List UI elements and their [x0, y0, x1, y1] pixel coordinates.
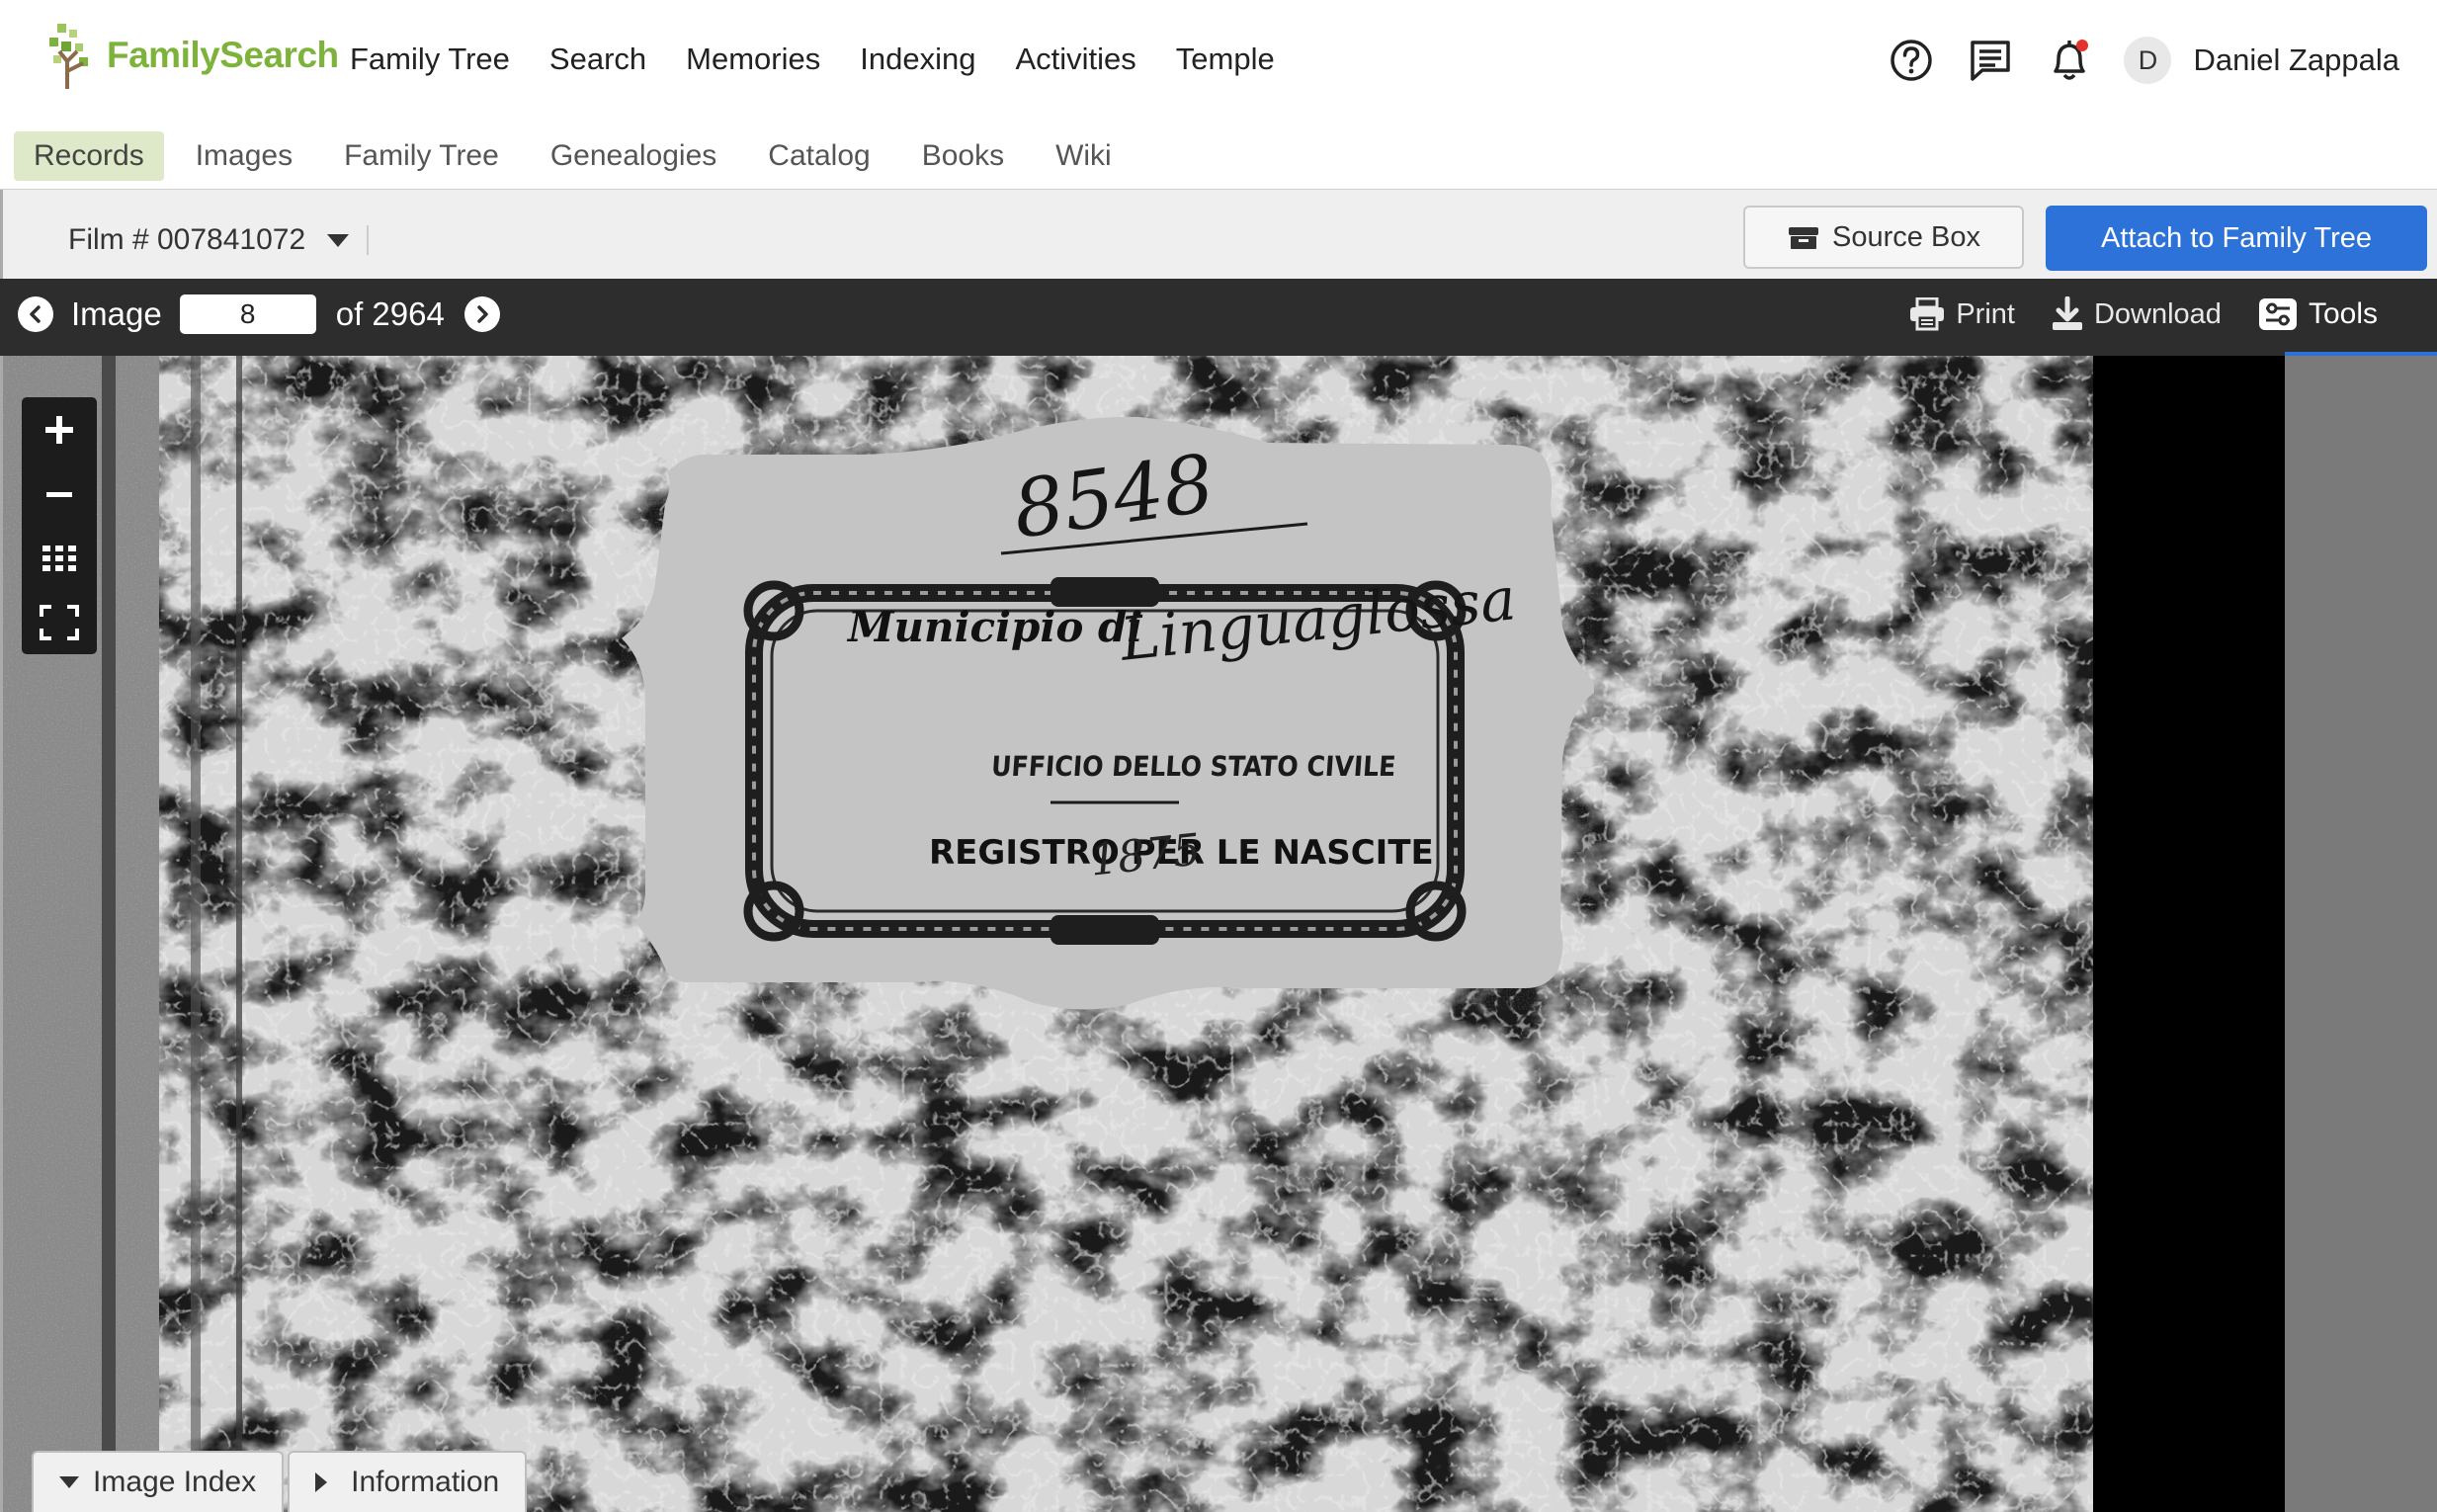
messages-icon[interactable]	[1966, 36, 2015, 85]
image-navigator: Image of 2964	[18, 294, 500, 334]
source-box-button[interactable]: Source Box	[1743, 206, 2024, 269]
top-header: FamilySearch Family Tree Search Memories…	[0, 0, 2437, 124]
chevron-down-icon	[327, 233, 350, 247]
nav-temple[interactable]: Temple	[1176, 42, 1275, 77]
help-icon[interactable]	[1887, 36, 1936, 85]
user-name[interactable]: Daniel Zappala	[2193, 42, 2399, 78]
subnav-catalog[interactable]: Catalog	[748, 131, 889, 181]
divider	[367, 225, 370, 255]
subnav-books[interactable]: Books	[902, 131, 1024, 181]
image-index-tab[interactable]: Image Index	[32, 1451, 285, 1512]
subnav-wiki[interactable]: Wiki	[1036, 131, 1132, 181]
familysearch-logo[interactable]: FamilySearch	[47, 20, 339, 91]
download-icon	[2052, 296, 2082, 330]
label-municipio: Municipio di	[848, 603, 1143, 651]
image-number-input[interactable]	[179, 294, 316, 334]
film-label: Film # 007841072	[68, 223, 306, 256]
records-subnav: Records Images Family Tree Genealogies C…	[0, 122, 2437, 192]
label-ufficio: UFFICIO DELLO STATO CIVILE	[990, 750, 1397, 783]
side-panel	[2285, 356, 2437, 1512]
image-viewport[interactable]: UFFICIO DELLO STATO CIVILE REGISTRO PER …	[0, 356, 2285, 1512]
main-nav: Family Tree Search Memories Indexing Act…	[350, 42, 1314, 77]
nav-family-tree[interactable]: Family Tree	[350, 42, 510, 77]
viewer-toolbar: Image of 2964 Print Download Tools	[0, 279, 2437, 356]
next-image-icon[interactable]	[463, 296, 500, 332]
tools-label: Tools	[2308, 297, 2378, 330]
information-label: Information	[351, 1466, 500, 1498]
download-label: Download	[2093, 297, 2222, 330]
image-total: of 2964	[335, 295, 445, 332]
tools-button[interactable]: Tools	[2257, 296, 2378, 332]
notifications-icon[interactable]	[2045, 36, 2094, 85]
film-selector[interactable]: Film # 007841072	[68, 223, 370, 257]
caret-down-icon	[59, 1476, 79, 1488]
nav-activities[interactable]: Activities	[1015, 42, 1135, 77]
grid-view-icon[interactable]	[35, 534, 84, 583]
subnav-images[interactable]: Images	[176, 131, 312, 181]
attach-to-family-tree-button[interactable]: Attach to Family Tree	[2046, 206, 2427, 271]
tree-logo-icon	[47, 22, 103, 89]
print-icon	[1910, 297, 1945, 331]
bottom-panel-tabs: Image Index Information	[32, 1451, 531, 1512]
fullscreen-icon[interactable]	[35, 598, 84, 647]
nav-search[interactable]: Search	[549, 42, 646, 77]
download-button[interactable]: Download	[2051, 296, 2222, 332]
information-tab[interactable]: Information	[288, 1451, 528, 1512]
logo-text: FamilySearch	[107, 35, 339, 75]
subnav-family-tree[interactable]: Family Tree	[324, 131, 519, 181]
nav-memories[interactable]: Memories	[686, 42, 820, 77]
zoom-controls	[22, 397, 97, 654]
zoom-in-icon[interactable]	[35, 405, 84, 455]
print-button[interactable]: Print	[1908, 297, 2015, 331]
image-index-label: Image Index	[93, 1466, 257, 1498]
image-label: Image	[71, 295, 162, 332]
tools-icon	[2258, 298, 2297, 330]
source-box-icon	[1789, 227, 1819, 249]
nav-indexing[interactable]: Indexing	[860, 42, 975, 77]
subnav-genealogies[interactable]: Genealogies	[531, 131, 736, 181]
previous-image-icon[interactable]	[18, 296, 53, 332]
header-actions: D Daniel Zappala	[1857, 36, 2399, 85]
subnav-records[interactable]: Records	[14, 131, 164, 181]
source-box-label: Source Box	[1832, 220, 1980, 253]
print-label: Print	[1956, 297, 2015, 330]
zoom-out-icon[interactable]	[35, 469, 84, 519]
viewer-actions: Print Download Tools	[1873, 296, 2378, 332]
caret-right-icon	[315, 1472, 328, 1492]
avatar[interactable]: D	[2124, 37, 2172, 84]
